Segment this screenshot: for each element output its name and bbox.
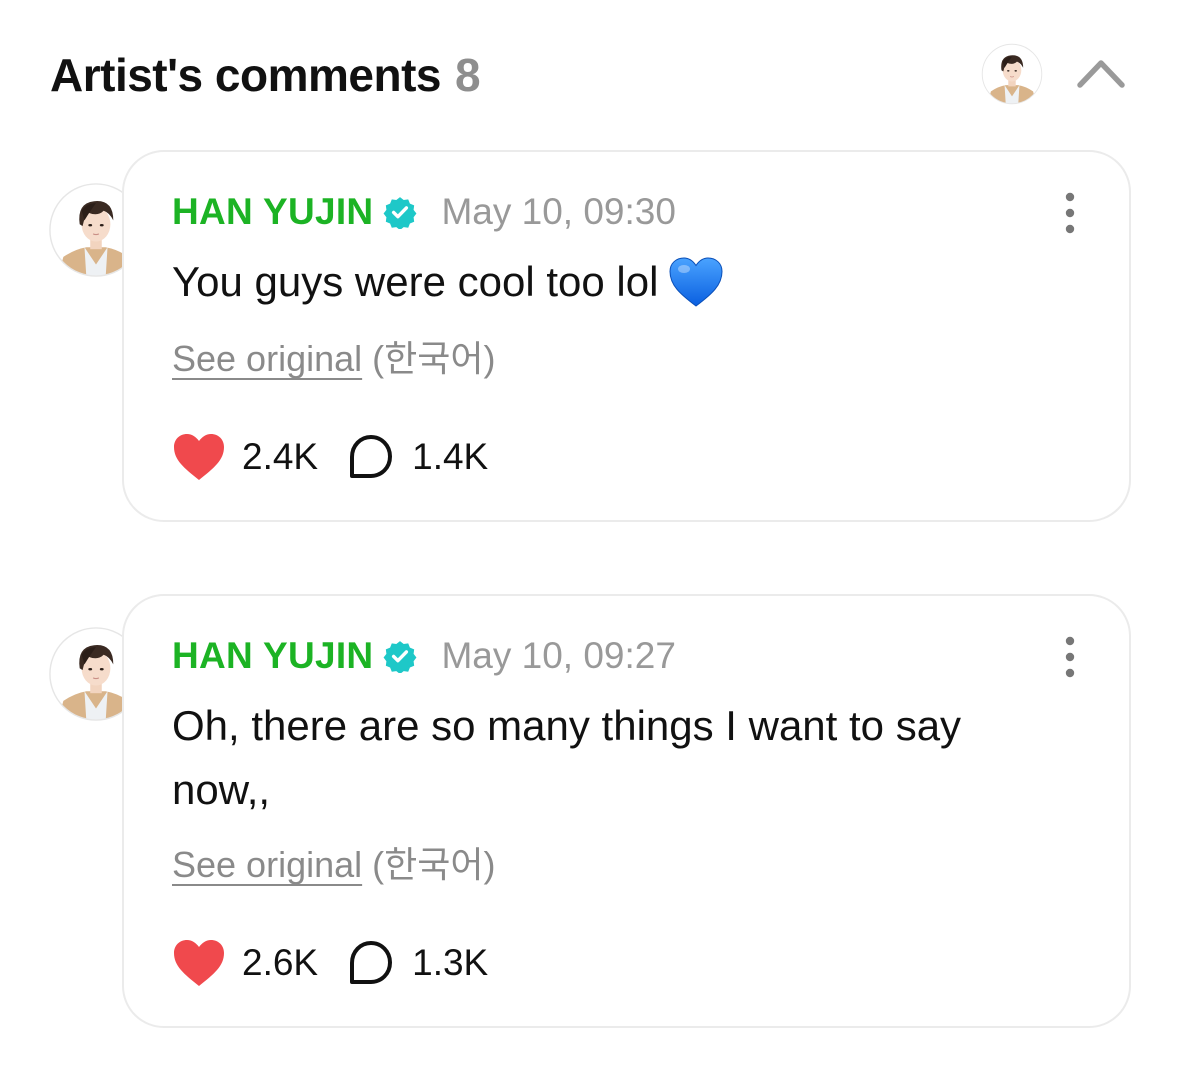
like-count: 2.6K [242,942,319,983]
section-header: Artist's comments 8 [50,40,1129,110]
comment-stats: 2.4K 1.4K [172,430,516,484]
comment-body: Oh, there are so many things I want to s… [172,694,972,822]
comment-item: HAN YUJIN May 10, 09:30 You guys were co… [48,150,1131,522]
more-vertical-icon [1059,636,1081,678]
comment-card: HAN YUJIN May 10, 09:30 You guys were co… [122,150,1131,522]
heart-icon[interactable] [172,938,226,988]
original-language: (한국어) [372,844,496,885]
artist-comments-panel: Artist's comments 8 HAN YUJIN May 10, 09… [0,0,1179,1083]
avatar-image [981,43,1043,105]
comment-meta: HAN YUJIN May 10, 09:30 [172,190,676,234]
comment-count: 8 [455,49,481,101]
translation-row: See original (한국어) [172,330,495,382]
more-options-button[interactable] [1059,636,1081,678]
comment-text: Oh, there are so many things I want to s… [172,702,962,813]
chevron-up-icon [1077,60,1125,88]
speech-bubble-icon[interactable] [346,432,396,482]
verified-badge-icon [383,195,417,229]
speech-bubble-icon[interactable] [346,938,396,988]
more-vertical-icon [1059,192,1081,234]
see-original-link[interactable]: See original [172,844,362,885]
comment-text: You guys were cool too lol [172,258,659,305]
blue-heart-emoji-icon [668,256,724,308]
comment-timestamp: May 10, 09:30 [441,191,676,232]
author-name[interactable]: HAN YUJIN [172,635,373,677]
comment-timestamp: May 10, 09:27 [441,635,676,676]
artist-avatar[interactable] [981,43,1043,105]
author-name[interactable]: HAN YUJIN [172,191,373,233]
comment-card: HAN YUJIN May 10, 09:27 Oh, there are so… [122,594,1131,1028]
original-language: (한국어) [372,338,496,379]
section-title: Artist's comments [50,49,442,101]
reply-count: 1.3K [412,942,489,983]
like-count: 2.4K [242,436,319,477]
see-original-link[interactable]: See original [172,338,362,379]
heart-icon[interactable] [172,432,226,482]
reply-count: 1.4K [412,436,489,477]
verified-badge-icon [383,639,417,673]
comment-item: HAN YUJIN May 10, 09:27 Oh, there are so… [48,594,1131,1028]
comment-meta: HAN YUJIN May 10, 09:27 [172,634,676,678]
comment-stats: 2.6K 1.3K [172,936,516,990]
collapse-button[interactable] [1075,52,1127,92]
more-options-button[interactable] [1059,192,1081,234]
translation-row: See original (한국어) [172,836,495,888]
comment-body: You guys were cool too lol [172,250,979,314]
